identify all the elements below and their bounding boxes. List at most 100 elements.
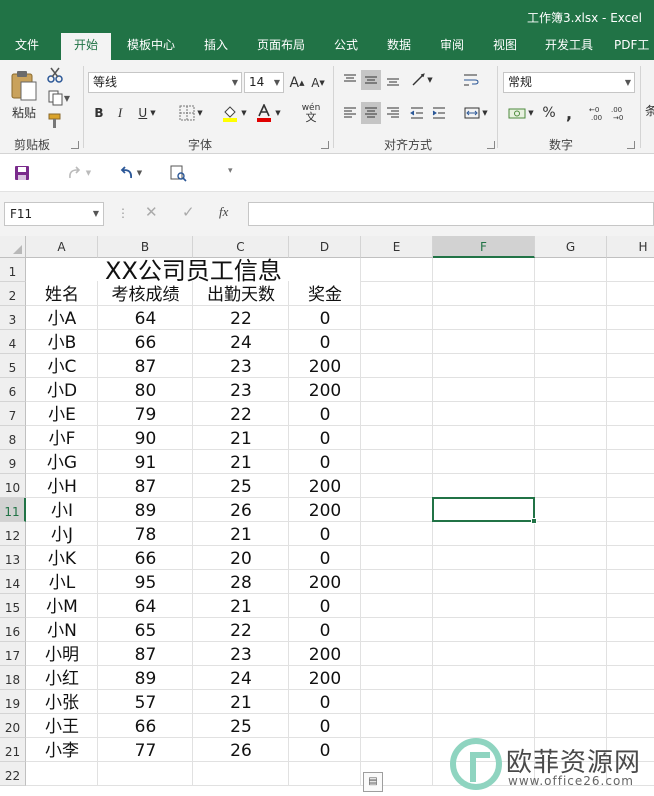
data-cell[interactable]: 小D xyxy=(26,378,98,402)
data-cell[interactable]: 小G xyxy=(26,450,98,474)
wrap-text-button[interactable] xyxy=(459,70,483,90)
accounting-format-button[interactable]: ▼ xyxy=(504,102,538,124)
middle-align-button[interactable] xyxy=(361,70,381,90)
data-cell[interactable]: 23 xyxy=(193,642,289,666)
data-cell[interactable]: 小E xyxy=(26,402,98,426)
data-cell[interactable]: 66 xyxy=(98,330,193,354)
column-header-g[interactable]: G xyxy=(535,236,607,258)
alignment-launcher-icon[interactable] xyxy=(487,141,495,149)
data-cell[interactable]: 200 xyxy=(289,354,361,378)
data-cell[interactable]: 64 xyxy=(98,594,193,618)
data-cell[interactable]: 0 xyxy=(289,690,361,714)
data-cell[interactable]: 87 xyxy=(98,474,193,498)
data-cell[interactable]: 21 xyxy=(193,450,289,474)
tab-file[interactable]: 文件 xyxy=(2,33,52,60)
row-header-22[interactable]: 22 xyxy=(0,762,26,786)
number-launcher-icon[interactable] xyxy=(627,141,635,149)
data-cell[interactable]: 小F xyxy=(26,426,98,450)
data-cell[interactable]: 小C xyxy=(26,354,98,378)
data-cell[interactable]: 26 xyxy=(193,498,289,522)
data-cell[interactable]: 66 xyxy=(98,714,193,738)
row-header-2[interactable]: 2 xyxy=(0,282,26,306)
data-cell[interactable]: 0 xyxy=(289,330,361,354)
header-cell[interactable]: 考核成绩 xyxy=(98,282,193,306)
font-color-button[interactable]: ▼ xyxy=(252,102,284,124)
conditional-format-label[interactable]: 条 xyxy=(645,102,654,119)
save-button[interactable] xyxy=(12,163,32,183)
phonetic-guide-button[interactable]: wén 文 xyxy=(294,100,328,126)
formula-bar-grip-icon[interactable]: ⋮ xyxy=(117,206,129,220)
row-header-18[interactable]: 18 xyxy=(0,666,26,690)
data-cell[interactable]: 87 xyxy=(98,642,193,666)
header-cell[interactable]: 出勤天数 xyxy=(193,282,289,306)
data-cell[interactable]: 0 xyxy=(289,426,361,450)
data-cell[interactable]: 小H xyxy=(26,474,98,498)
clipboard-launcher-icon[interactable] xyxy=(71,141,79,149)
tab-home[interactable]: 开始 xyxy=(61,33,111,60)
row-header-17[interactable]: 17 xyxy=(0,642,26,666)
data-cell[interactable]: 200 xyxy=(289,474,361,498)
row-header-20[interactable]: 20 xyxy=(0,714,26,738)
align-left-button[interactable] xyxy=(340,102,360,124)
data-cell[interactable]: 79 xyxy=(98,402,193,426)
data-cell[interactable]: 200 xyxy=(289,666,361,690)
row-header-1[interactable]: 1 xyxy=(0,258,26,282)
data-cell[interactable]: 0 xyxy=(289,738,361,762)
customize-qat-icon[interactable]: ▾ xyxy=(228,166,233,176)
data-cell[interactable]: 23 xyxy=(193,354,289,378)
row-header-13[interactable]: 13 xyxy=(0,546,26,570)
underline-button[interactable]: U ▼ xyxy=(133,102,161,124)
format-painter-button[interactable] xyxy=(44,110,66,132)
tab-data[interactable]: 数据 xyxy=(377,33,421,60)
data-cell[interactable]: 小明 xyxy=(26,642,98,666)
data-cell[interactable]: 80 xyxy=(98,378,193,402)
data-cell[interactable]: 21 xyxy=(193,522,289,546)
data-cell[interactable]: 小K xyxy=(26,546,98,570)
data-cell[interactable]: 小M xyxy=(26,594,98,618)
row-header-15[interactable]: 15 xyxy=(0,594,26,618)
row-header-7[interactable]: 7 xyxy=(0,402,26,426)
cut-button[interactable] xyxy=(44,64,66,86)
font-launcher-icon[interactable] xyxy=(321,141,329,149)
row-header-16[interactable]: 16 xyxy=(0,618,26,642)
data-cell[interactable]: 77 xyxy=(98,738,193,762)
enter-icon[interactable]: ✓ xyxy=(182,203,195,221)
data-cell[interactable]: 小王 xyxy=(26,714,98,738)
tab-review[interactable]: 审阅 xyxy=(430,33,474,60)
row-header-3[interactable]: 3 xyxy=(0,306,26,330)
data-cell[interactable]: 21 xyxy=(193,426,289,450)
data-cell[interactable]: 87 xyxy=(98,354,193,378)
data-cell[interactable]: 89 xyxy=(98,498,193,522)
header-cell[interactable]: 姓名 xyxy=(26,282,98,306)
tab-developer[interactable]: 开发工具 xyxy=(536,33,602,60)
data-cell[interactable]: 0 xyxy=(289,618,361,642)
data-cell[interactable]: 22 xyxy=(193,306,289,330)
data-cell[interactable]: 200 xyxy=(289,642,361,666)
formula-input[interactable] xyxy=(248,202,654,226)
merge-center-button[interactable]: ▼ xyxy=(459,102,493,124)
bottom-align-button[interactable] xyxy=(383,70,403,90)
column-header-c[interactable]: C xyxy=(193,236,289,258)
data-cell[interactable]: 0 xyxy=(289,546,361,570)
data-cell[interactable]: 200 xyxy=(289,498,361,522)
column-header-e[interactable]: E xyxy=(361,236,433,258)
row-header-19[interactable]: 19 xyxy=(0,690,26,714)
fill-handle[interactable] xyxy=(531,518,537,524)
paste-options-icon[interactable]: ▤ xyxy=(363,772,383,792)
row-header-10[interactable]: 10 xyxy=(0,474,26,498)
align-center-button[interactable] xyxy=(361,102,381,124)
select-all-button[interactable] xyxy=(0,236,26,258)
data-cell[interactable]: 小L xyxy=(26,570,98,594)
decrease-indent-button[interactable] xyxy=(407,102,427,124)
column-header-a[interactable]: A xyxy=(26,236,98,258)
data-cell[interactable]: 200 xyxy=(289,570,361,594)
cancel-icon[interactable]: ✕ xyxy=(145,203,158,221)
tab-view[interactable]: 视图 xyxy=(483,33,527,60)
increase-decimal-button[interactable]: ←0.00 xyxy=(588,102,608,124)
insert-function-button[interactable]: fx xyxy=(219,204,228,220)
data-cell[interactable]: 小I xyxy=(26,498,98,522)
data-cell[interactable]: 21 xyxy=(193,594,289,618)
tab-templates[interactable]: 模板中心 xyxy=(118,33,184,60)
data-cell[interactable]: 20 xyxy=(193,546,289,570)
row-header-6[interactable]: 6 xyxy=(0,378,26,402)
